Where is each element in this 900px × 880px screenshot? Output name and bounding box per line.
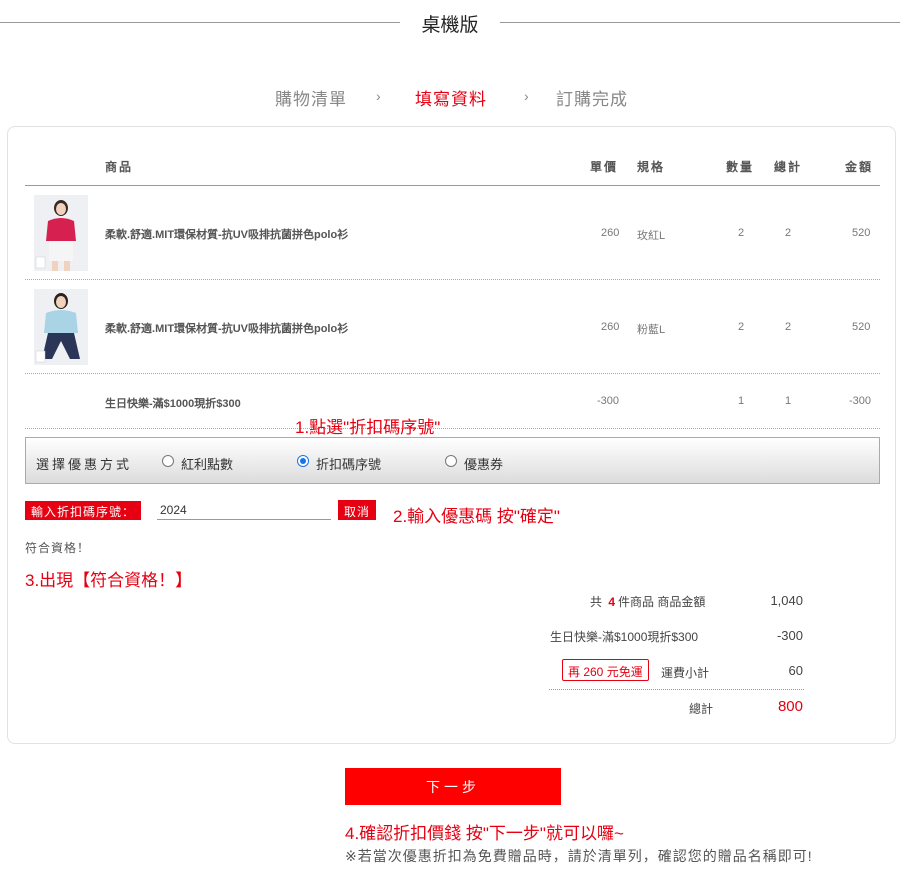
col-spec: 規格: [637, 160, 666, 174]
free-shipping-tag: 再 260 元免運: [562, 659, 649, 681]
radio-label[interactable]: 優惠券: [464, 454, 503, 473]
col-price: 單價: [590, 160, 619, 174]
goods-amount: 1,040: [770, 593, 803, 608]
annotation-step4: 4.確認折扣價錢 按"下一步"就可以囉~: [345, 824, 624, 843]
table-header: 商品 單價 規格 數量 總計 金額: [25, 150, 880, 186]
next-step-button[interactable]: 下一步: [345, 768, 561, 805]
spec: 粉藍L: [637, 324, 666, 336]
amount: -300: [849, 395, 872, 407]
chevron-right-icon: ›: [376, 88, 382, 104]
table-row: 柔軟.舒適.MIT環保材質-抗UV吸排抗菌拼色polo衫 260 粉藍L 2 2…: [25, 280, 880, 374]
quantity: 2: [738, 321, 745, 333]
page-header: 桌機版: [0, 10, 900, 36]
product-name[interactable]: 柔軟.舒適.MIT環保材質-抗UV吸排抗菌拼色polo衫: [105, 320, 348, 336]
amount: 520: [852, 321, 871, 333]
table-row: 生日快樂-滿$1000現折$300 -300 1 1 -300: [25, 374, 880, 429]
total: 2: [785, 227, 792, 239]
radio-coupon[interactable]: [445, 455, 457, 467]
quantity: 1: [738, 395, 745, 407]
discount-code-label: 輸入折扣碼序號：: [25, 501, 142, 520]
radio-discount-code[interactable]: [297, 455, 309, 467]
shipping-amount: 60: [788, 663, 803, 678]
promo-amount: -300: [776, 628, 803, 643]
col-product: 商品: [105, 160, 134, 174]
annotation-step1: 1.點選"折扣碼序號": [295, 418, 441, 437]
product-name[interactable]: 柔軟.舒適.MIT環保材質-抗UV吸排抗菌拼色polo衫: [105, 226, 348, 242]
step-fill-info: 填寫資料: [415, 90, 487, 109]
item-count-label: 共 4 件商品 商品金額: [590, 595, 706, 609]
discount-code-input[interactable]: [157, 501, 331, 520]
promo-summary-label: 生日快樂-滿$1000現折$300: [550, 630, 699, 644]
promo-name: 生日快樂-滿$1000現折$300: [105, 398, 241, 410]
item-count: 4: [608, 595, 616, 609]
unit-price: 260: [601, 321, 620, 333]
table-row: 柔軟.舒適.MIT環保材質-抗UV吸排抗菌拼色polo衫 260 玫紅L 2 2…: [25, 186, 880, 280]
total: 1: [785, 395, 792, 407]
quantity: 2: [738, 227, 745, 239]
total: 2: [785, 321, 792, 333]
annotation-step3: 3.出現【符合資格！】: [25, 571, 193, 590]
total-label: 總計: [689, 702, 714, 716]
spec: 玫紅L: [637, 230, 666, 242]
step-cart: 購物清單: [275, 90, 347, 109]
divider: [549, 689, 804, 690]
annotation-step2: 2.輸入優惠碼 按"確定": [393, 507, 560, 526]
checkout-steps: 購物清單 › 填寫資料 › 訂購完成: [0, 85, 900, 109]
product-image[interactable]: [34, 289, 88, 365]
radio-label[interactable]: 折扣碼序號: [316, 454, 381, 473]
step-complete: 訂購完成: [556, 90, 628, 109]
radio-bonus-points[interactable]: [162, 455, 174, 467]
col-amount: 金額: [845, 160, 874, 174]
cancel-button[interactable]: 取消: [338, 500, 377, 520]
discount-method-bar: 選擇優惠方式 紅利點數 折扣碼序號 優惠券: [25, 437, 880, 484]
total-amount: 800: [777, 698, 803, 715]
product-image[interactable]: [34, 195, 88, 271]
radio-label[interactable]: 紅利點數: [181, 454, 233, 473]
unit-price: -300: [597, 395, 620, 407]
chevron-right-icon: ›: [524, 88, 530, 104]
amount: 520: [852, 227, 871, 239]
discount-method-label: 選擇優惠方式: [36, 457, 133, 472]
footer-note: ※若當次優惠折扣為免費贈品時，請於清單列，確認您的贈品名稱即可!: [345, 848, 813, 864]
col-subtotal: 總計: [774, 160, 803, 174]
col-qty: 數量: [726, 160, 755, 174]
shipping-label: 運費小計: [661, 666, 710, 680]
unit-price: 260: [601, 227, 620, 239]
qualify-message: 符合資格！: [25, 541, 91, 555]
page-title: 桌機版: [421, 15, 479, 36]
